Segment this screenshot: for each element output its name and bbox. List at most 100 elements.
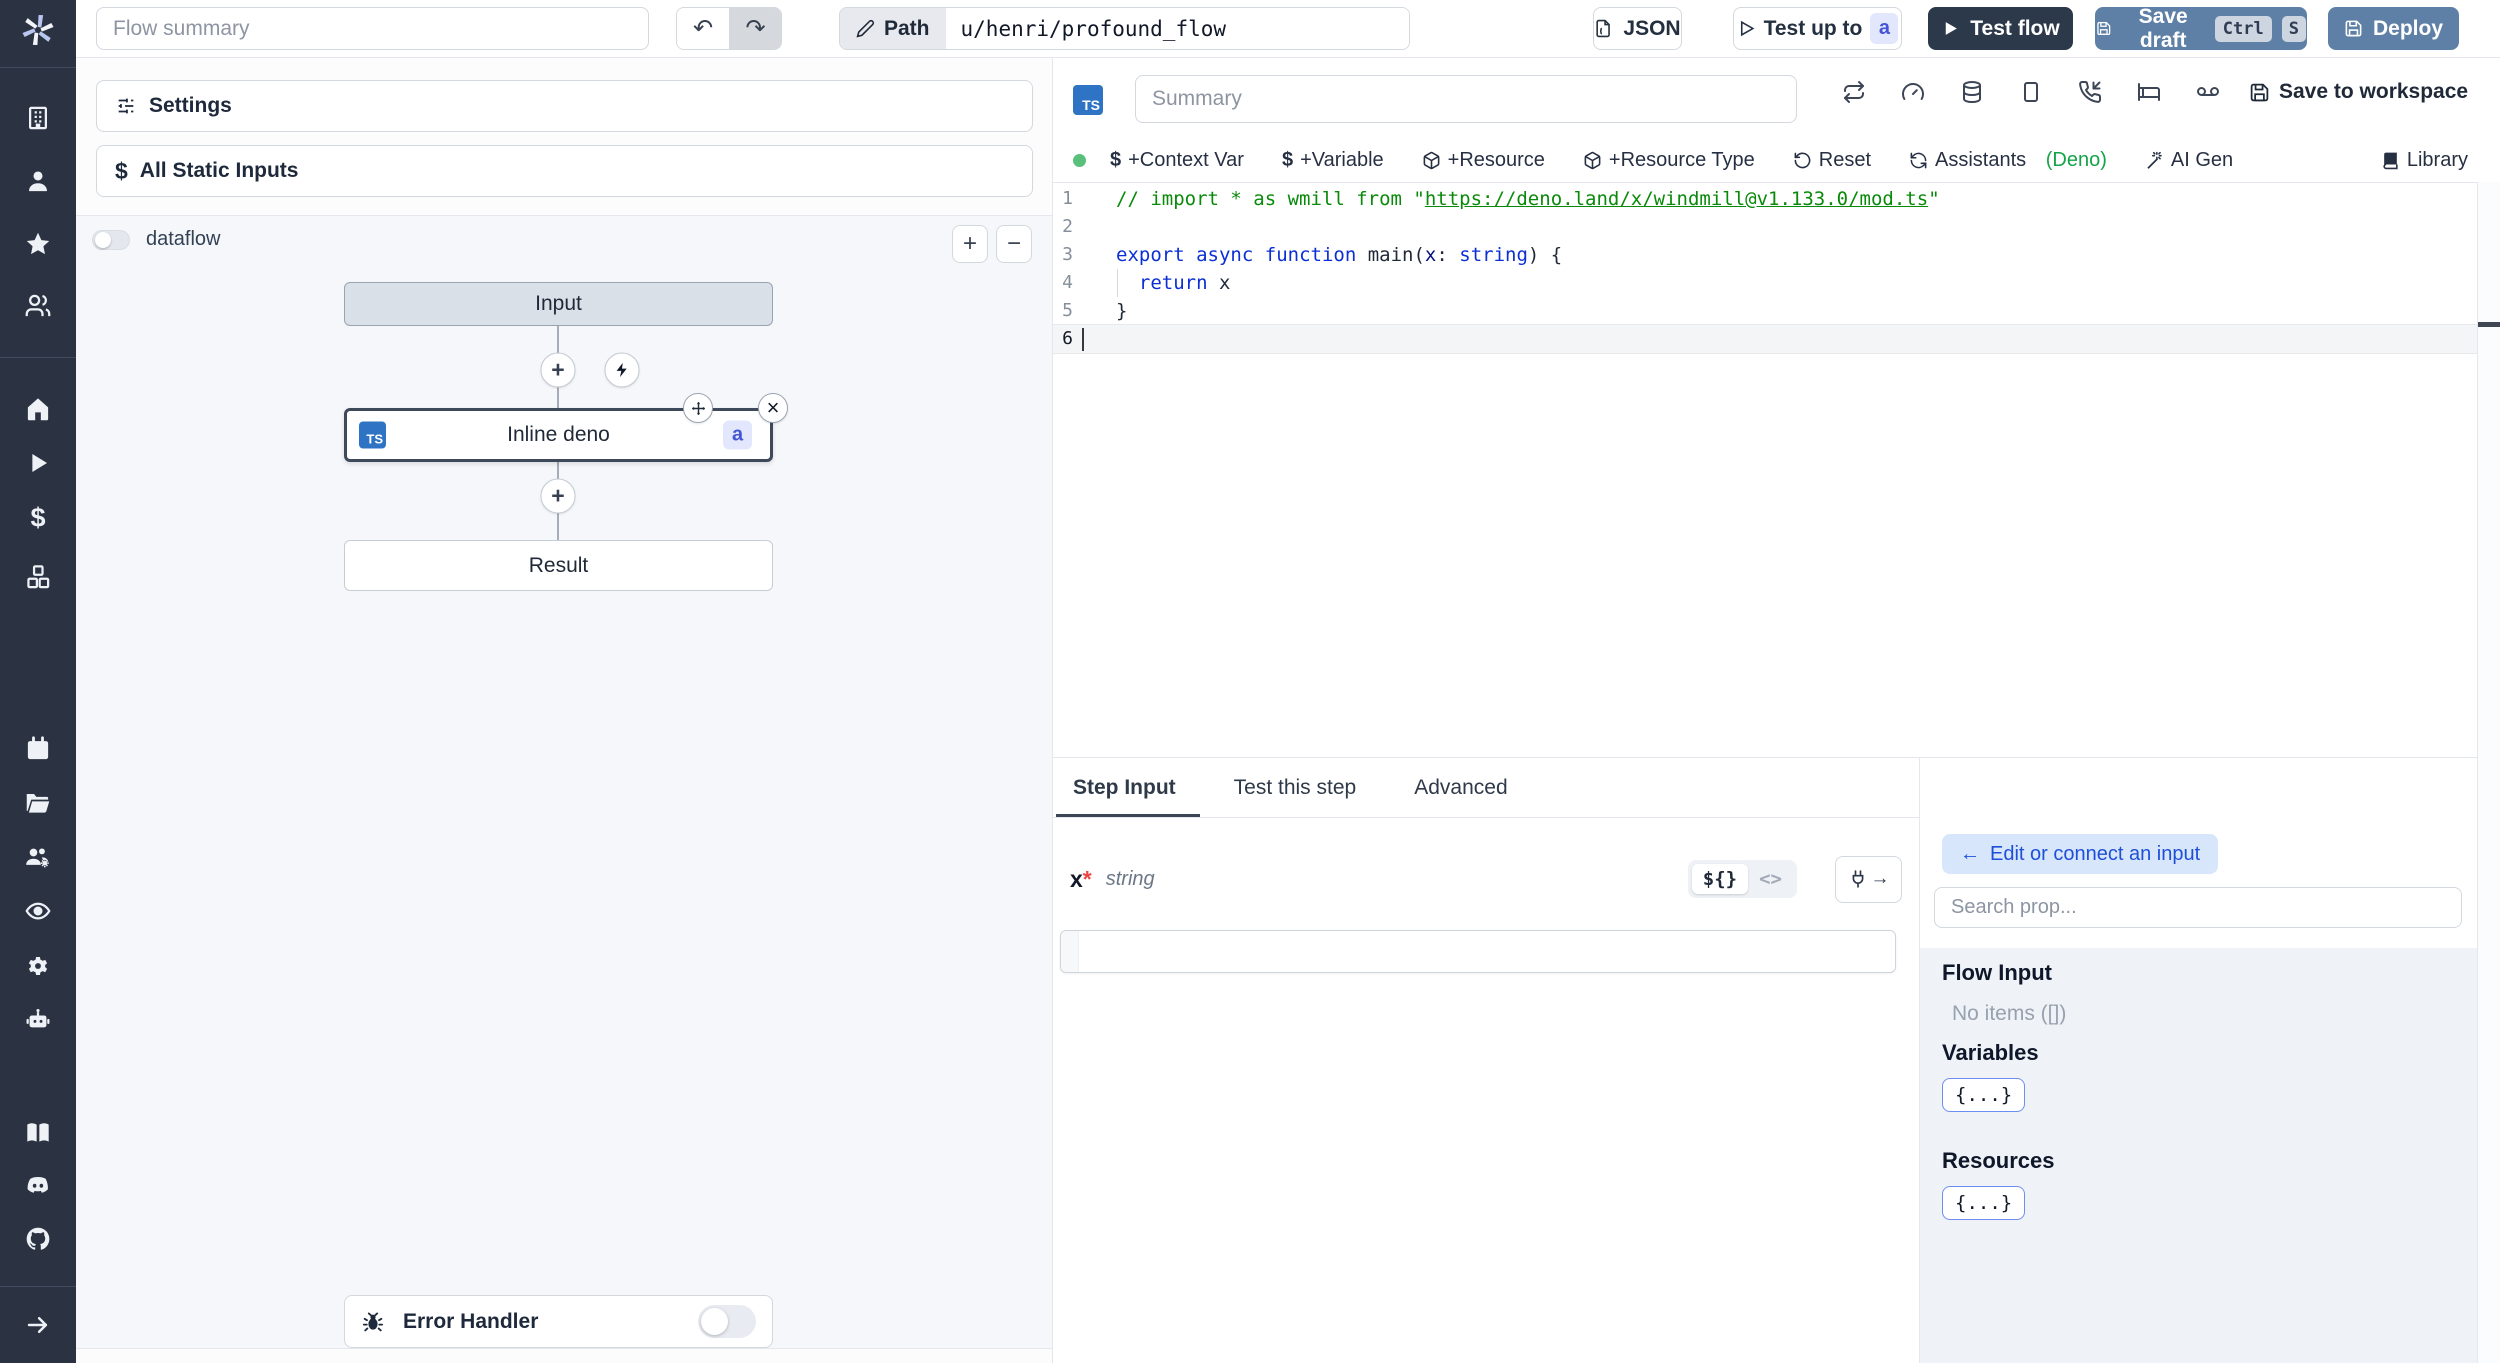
flow-graph-canvas[interactable]: dataflow + − Input + TS Inline deno a × … [76,215,1052,1349]
deploy-button[interactable]: Deploy [2328,7,2459,50]
trigger-bolt-button[interactable] [604,352,640,388]
tab-step-input[interactable]: Step Input [1056,758,1200,817]
code-line-5[interactable]: 5} [1053,297,2477,325]
test-up-to-button[interactable]: Test up to a [1733,7,1902,50]
line-number: 2 [1062,216,1073,237]
add-context-var-button[interactable]: $ +Context Var [1110,149,1244,172]
windmill-logo-icon[interactable] [17,9,59,51]
mini-editor-gutter [1061,931,1079,972]
search-prop-input[interactable] [1934,887,2462,928]
folders-icon[interactable] [25,790,52,817]
favorites-star-icon[interactable] [25,231,52,258]
early-stop-gauge-icon[interactable] [1901,80,1925,104]
code-line-text[interactable] [1087,213,1116,241]
bolt-icon [616,362,627,378]
plug-icon [1852,870,1863,888]
code-mode-button[interactable]: <> [1748,864,1793,894]
arg-x-row: x * string ${} <> → [1070,854,1902,904]
audit-eye-icon[interactable] [25,898,52,925]
edit-or-connect-button[interactable]: ← Edit or connect an input [1942,834,2219,874]
flow-summary-input[interactable] [96,7,649,50]
library-button[interactable]: Library [2381,149,2468,172]
code-line-6[interactable]: 6 [1053,324,2477,354]
tab-advanced[interactable]: Advanced [1414,758,1507,817]
code-line-text[interactable]: return x [1087,269,1231,297]
resources-boxes-icon[interactable] [25,564,52,591]
test-up-to-label: Test up to [1763,16,1863,40]
wand-icon [2147,151,2162,169]
move-step-button[interactable] [683,393,713,423]
flow-node-result[interactable]: Result [344,540,773,591]
path-value[interactable]: u/henri/profound_flow [945,8,1409,49]
openai-robot-icon[interactable] [25,1007,52,1034]
editor-overview-ruler[interactable] [2477,182,2500,1363]
code-line-text[interactable]: } [1087,297,1127,325]
code-line-text[interactable]: export async function main(x: string) { [1087,241,1562,269]
zoom-out-button[interactable]: − [996,225,1032,263]
cache-database-icon[interactable] [1960,80,1984,104]
sleep-bed-icon[interactable] [2137,80,2161,104]
insert-step-button[interactable]: + [540,478,576,514]
home-icon[interactable] [25,396,52,423]
insert-step-button[interactable]: + [540,352,576,388]
github-icon[interactable] [25,1226,52,1253]
runs-play-icon[interactable] [25,450,52,477]
connect-input-button[interactable]: → [1835,855,1902,903]
path-label[interactable]: Path [840,8,946,49]
variables-dollar-icon[interactable]: $ [25,503,52,533]
step-summary-input[interactable] [1135,75,1797,123]
error-handler-box[interactable]: Error Handler [344,1295,773,1348]
code-line-text[interactable]: // import * as wmill from "https://deno.… [1087,185,1940,213]
json-button[interactable]: JSON [1593,7,1682,50]
code-line-3[interactable]: 3 export async function main(x: string) { [1053,241,2477,269]
code-editor[interactable]: 1 // import * as wmill from "https://deno… [1053,183,2477,757]
retries-repeat-icon[interactable] [1842,80,1866,104]
suspend-phone-icon[interactable] [2078,80,2102,104]
variables-object-chip[interactable]: {...} [1942,1078,2026,1112]
flow-node-input[interactable]: Input [344,282,773,326]
discord-icon[interactable] [25,1173,52,1200]
docs-book-icon[interactable] [25,1120,52,1147]
settings-gear-icon[interactable] [25,953,52,980]
assistants-button[interactable]: Assistants (Deno) [1909,149,2107,172]
pencil-icon [856,20,874,38]
expand-arrow-icon[interactable] [25,1312,52,1339]
flow-input-empty: No items ([]) [1952,1002,2067,1025]
add-resource-type-button[interactable]: +Resource Type [1583,149,1755,172]
code-line-4[interactable]: 4 return x [1053,269,2477,297]
ai-gen-button[interactable]: AI Gen [2145,149,2233,172]
users-icon[interactable] [25,293,52,320]
undo-button[interactable]: ↶ [677,8,729,49]
workspace-building-icon[interactable] [25,105,52,132]
add-variable-button[interactable]: $ +Variable [1282,149,1384,172]
dataflow-toggle[interactable] [92,229,130,250]
step-id-badge: a [723,420,752,450]
flow-settings-button[interactable]: Settings [96,80,1033,132]
mock-voicemail-icon[interactable] [2196,80,2220,104]
path-label-text: Path [884,16,930,40]
concurrency-square-icon[interactable] [2019,80,2043,104]
code-line-2[interactable]: 2 [1053,213,2477,241]
save-draft-button[interactable]: Save draft Ctrl S [2095,5,2307,52]
zoom-in-button[interactable]: + [952,225,988,263]
save-to-workspace-button[interactable]: Save to workspace [2249,80,2468,104]
delete-step-button[interactable]: × [758,393,788,423]
schedules-calendar-icon[interactable] [25,736,52,763]
add-resource-button[interactable]: +Resource [1422,149,1545,172]
code-line-1[interactable]: 1 // import * as wmill from "https://deno… [1053,185,2477,213]
resources-object-chip[interactable]: {...} [1942,1186,2026,1220]
plus-icon: + [551,482,565,509]
tab-test-this-step[interactable]: Test this step [1234,758,1357,817]
all-static-inputs-button[interactable]: $ All Static Inputs [96,145,1033,197]
arg-x-value-input[interactable] [1060,930,1896,973]
user-icon[interactable] [25,168,52,195]
test-flow-button[interactable]: Test flow [1928,7,2073,50]
code-line-text[interactable] [1087,325,1116,353]
redo-button[interactable]: ↷ [729,8,781,49]
expr-mode-button[interactable]: ${} [1691,864,1749,894]
reset-button[interactable]: Reset [1793,149,1871,172]
groups-users-cog-icon[interactable] [25,844,52,871]
rotate-ccw-icon [1794,152,1811,169]
error-handler-toggle[interactable] [698,1305,756,1338]
add-context-var-label: +Context Var [1128,149,1244,171]
